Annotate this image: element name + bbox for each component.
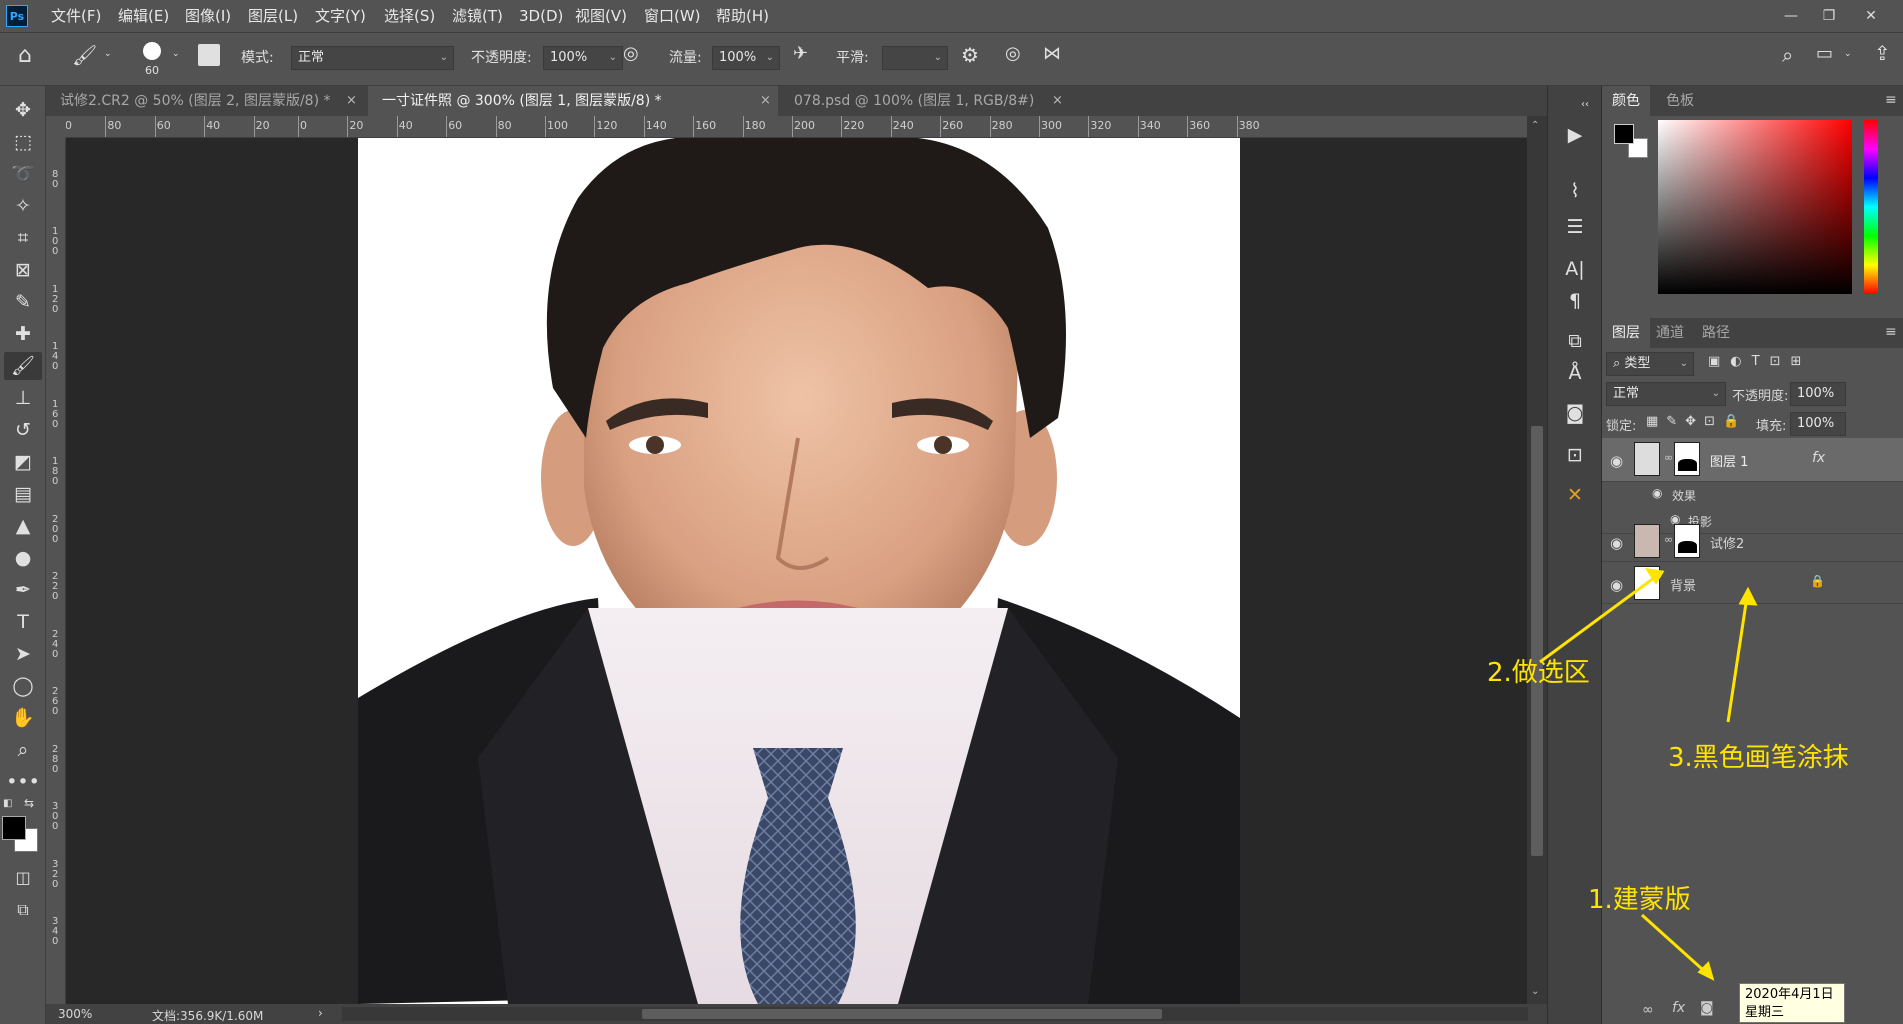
annotation-step3: 3.黑色画笔涂抹 bbox=[1668, 743, 1849, 773]
annotation-arrows bbox=[1539, 568, 1758, 981]
annotation-step1: 1.建蒙版 bbox=[1588, 885, 1691, 915]
tooltip-weekday: 星期三 bbox=[1745, 1005, 1785, 1020]
date-tooltip: 2020年4月1日 星期三 bbox=[1739, 983, 1845, 1023]
tooltip-date: 2020年4月1日 bbox=[1745, 987, 1834, 1002]
annotation-step2: 2.做选区 bbox=[1487, 658, 1590, 688]
